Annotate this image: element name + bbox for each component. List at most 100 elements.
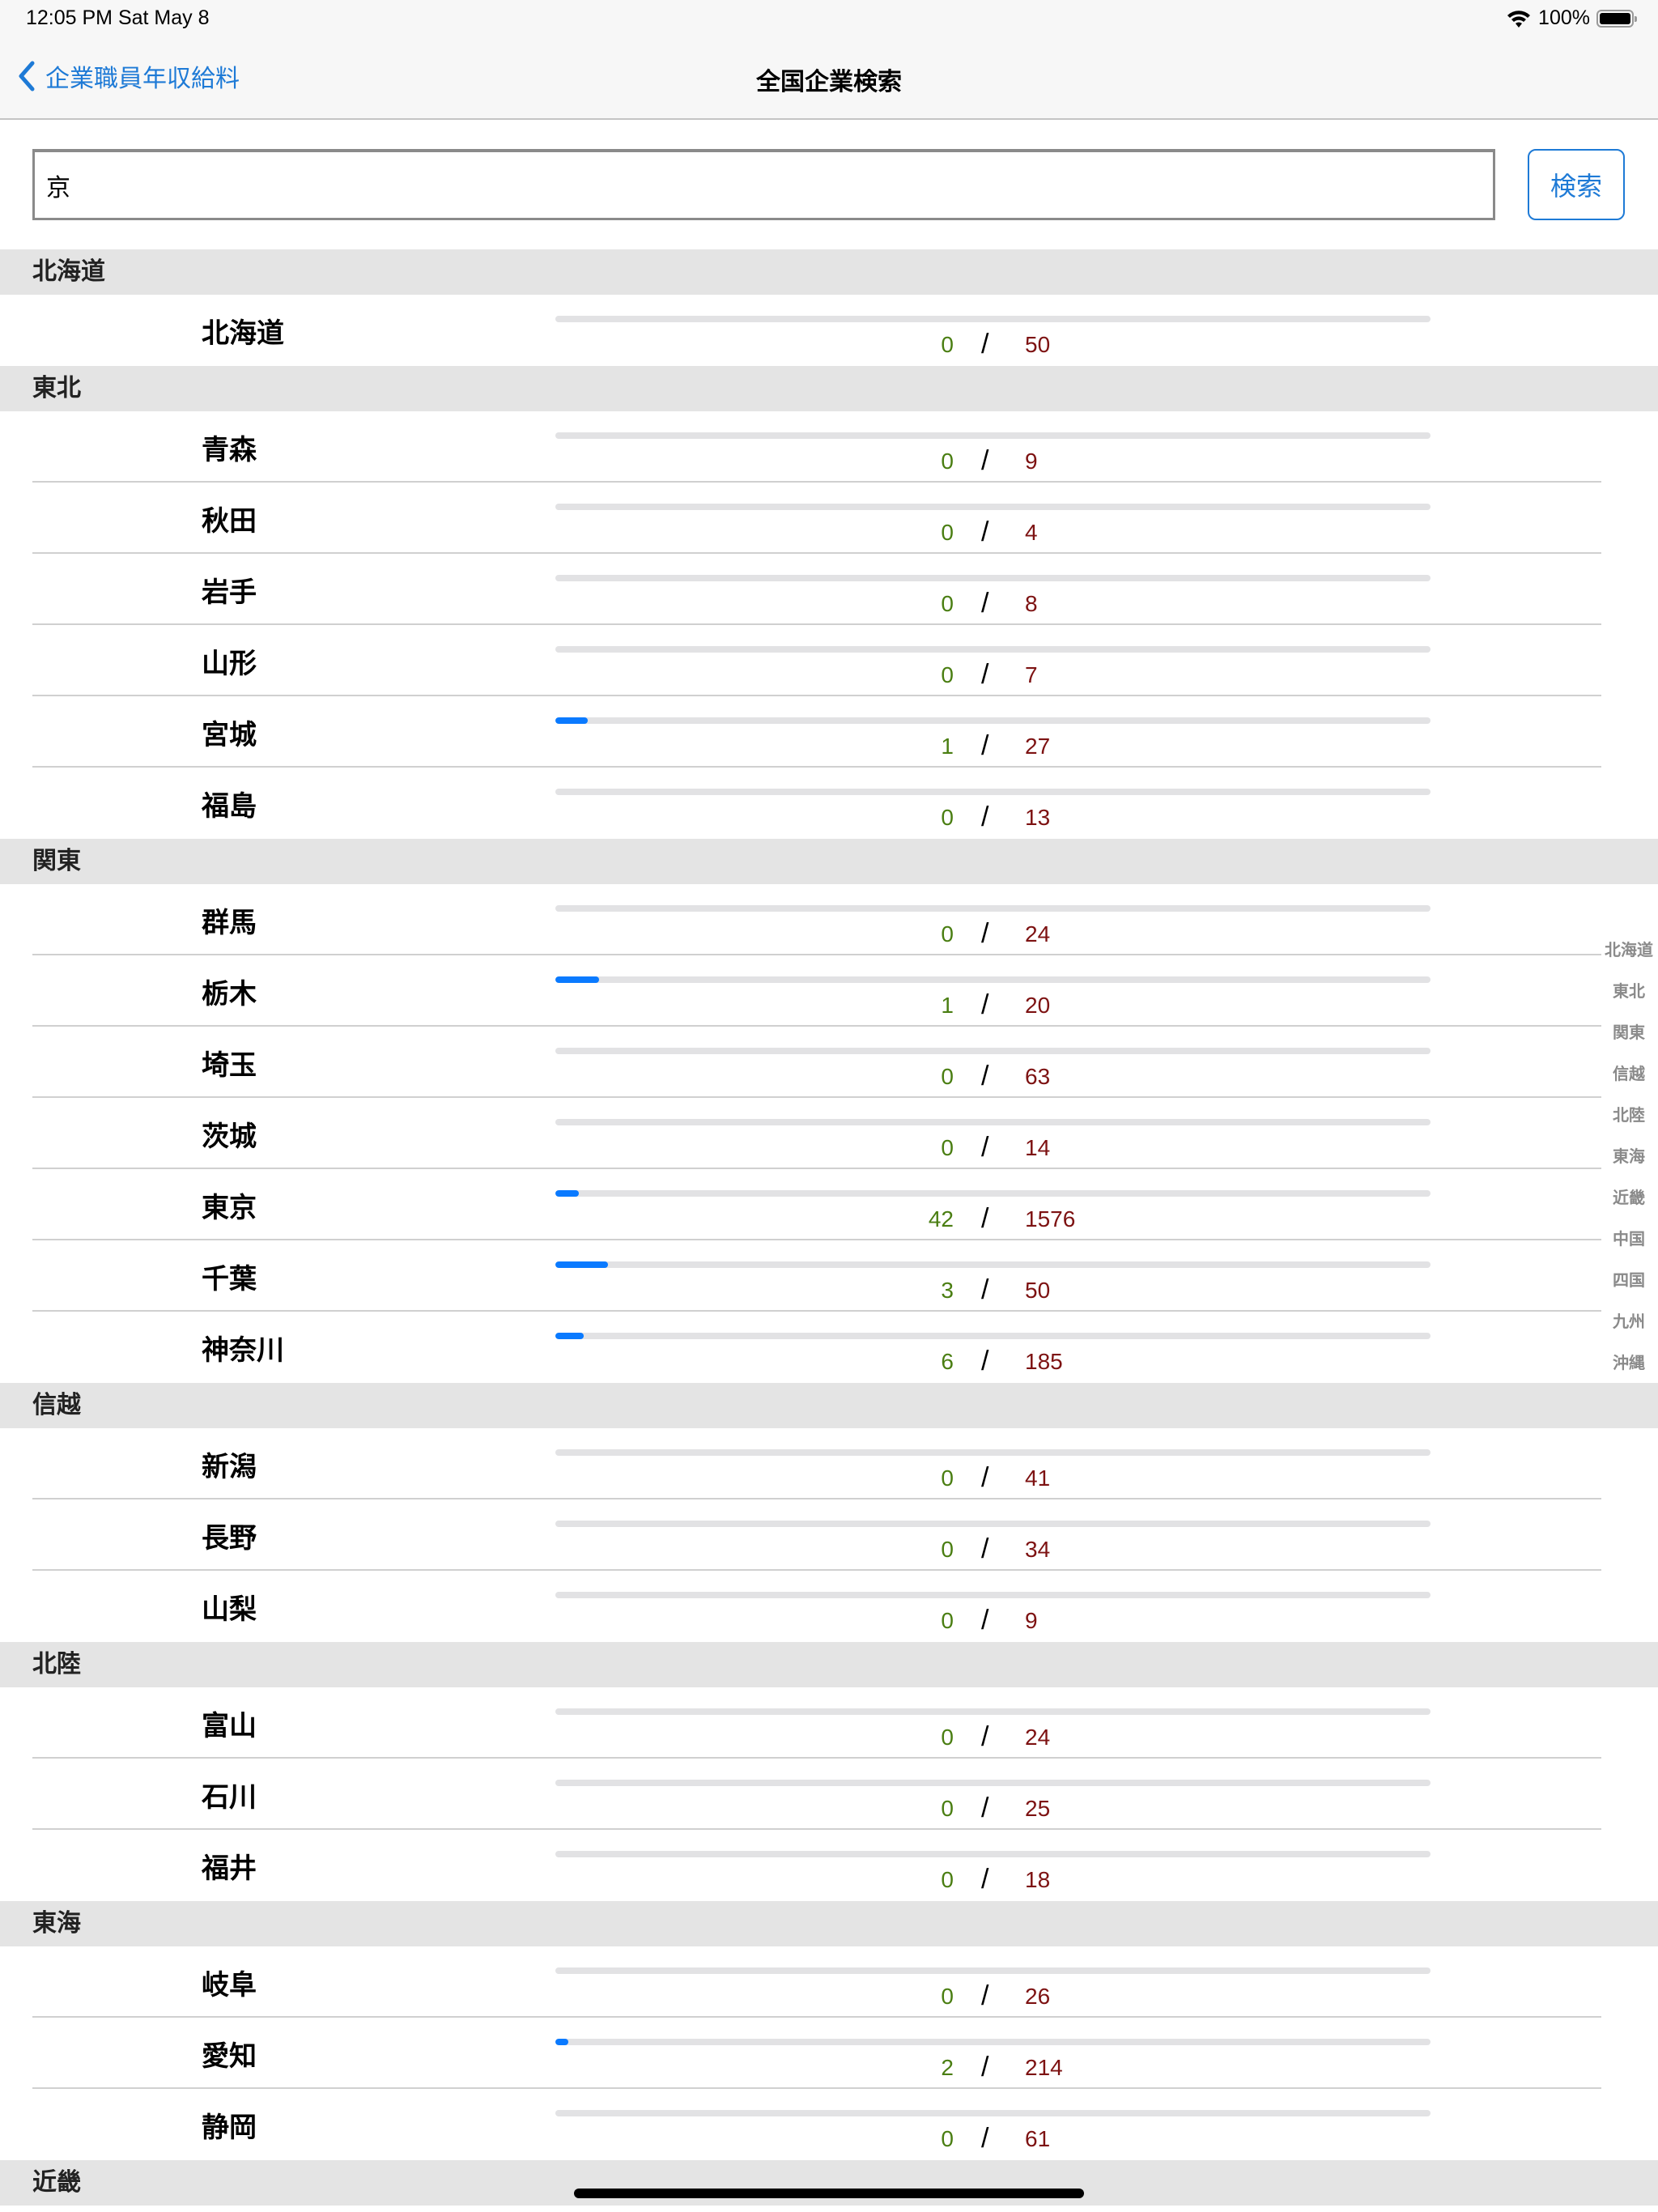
prefecture-list[interactable]: 北海道 北海道 0/50 東北 青森 0/9 秋田 0/4 岩手 0/8 山形 0/7 宮城 1/27 福島… [0,249,1658,2206]
prefecture-row[interactable]: 埼玉 0 / 63 [0,1027,1658,1098]
progress-bar [555,504,1431,510]
section-index-item[interactable]: 信越 [1603,1053,1655,1095]
progress-bar [555,2039,1431,2045]
total-count: 4 [1025,520,1038,545]
prefecture-name: 北海道 [202,317,284,350]
progress-bar [555,432,1431,439]
status-time: 12:05 PM Sat May 8 [26,6,210,29]
total-count: 34 [1025,1537,1051,1562]
progress-fill [555,1333,584,1339]
count-label: 0 / 13 [810,802,1166,832]
prefecture-name: 新潟 [202,1451,257,1483]
prefecture-row[interactable]: 宮城 1 / 27 [0,696,1658,768]
hit-count: 0 [941,1537,954,1562]
total-count: 18 [1025,1867,1051,1892]
hit-count: 0 [941,1984,954,2009]
prefecture-row[interactable]: 神奈川 6 / 185 [0,1312,1658,1383]
prefecture-row[interactable]: 千葉 3 / 50 [0,1240,1658,1312]
progress-bar [555,1190,1431,1197]
prefecture-name: 茨城 [202,1121,257,1153]
prefecture-name: 長野 [202,1522,257,1555]
total-count: 26 [1025,1984,1051,2009]
prefecture-row[interactable]: 群馬 0 / 24 [0,884,1658,955]
prefecture-row[interactable]: 北海道 0 / 50 [0,295,1658,366]
count-separator: / [981,1864,989,1895]
count-separator: / [981,1462,989,1493]
count-separator: / [981,1132,989,1163]
count-separator: / [981,1274,989,1305]
progress-bar [555,575,1431,581]
section-header: 北海道 [0,249,1658,295]
total-count: 214 [1025,2055,1063,2080]
section-index-item[interactable]: 近畿 [1603,1177,1655,1219]
progress-bar [555,1851,1431,1857]
count-label: 0 / 24 [810,918,1166,949]
progress-bar [555,316,1431,322]
progress-bar [555,646,1431,653]
prefecture-row[interactable]: 山梨 0 / 9 [0,1571,1658,1642]
section-index-item[interactable]: 北海道 [1603,929,1655,971]
section-index-item[interactable]: 東北 [1603,971,1655,1012]
progress-bar [555,1333,1431,1339]
prefecture-row[interactable]: 岐阜 0 / 26 [0,1946,1658,2018]
count-label: 3 / 50 [810,1274,1166,1305]
prefecture-name: 福島 [202,790,257,823]
progress-bar [555,1592,1431,1598]
prefecture-name: 愛知 [202,2040,257,2073]
search-button[interactable]: 検索 [1528,149,1625,220]
total-count: 14 [1025,1135,1051,1160]
count-separator: / [981,1203,989,1234]
prefecture-row[interactable]: 青森 0 / 9 [0,411,1658,483]
count-separator: / [981,1346,989,1376]
progress-bar [555,717,1431,724]
progress-fill [555,976,600,983]
count-separator: / [981,1605,989,1636]
section-index-item[interactable]: 関東 [1603,1012,1655,1053]
section-index[interactable]: 北海道 東北 関東 信越 北陸 東海 近畿 中国 四国 九州 沖縄 [1603,929,1655,1384]
prefecture-name: 福井 [202,1853,257,1885]
total-count: 24 [1025,921,1051,946]
progress-bar [555,905,1431,912]
hit-count: 0 [941,1796,954,1821]
prefecture-row[interactable]: 長野 0 / 34 [0,1499,1658,1571]
prefecture-row[interactable]: 静岡 0 / 61 [0,2089,1658,2160]
prefecture-row[interactable]: 岩手 0 / 8 [0,554,1658,625]
search-input[interactable] [32,149,1495,220]
status-indicators: 100% [1506,6,1637,30]
section-index-item[interactable]: 四国 [1603,1260,1655,1301]
prefecture-row[interactable]: 新潟 0 / 41 [0,1428,1658,1499]
progress-fill [555,717,588,724]
prefecture-name: 栃木 [202,978,257,1010]
prefecture-name: 神奈川 [202,1334,284,1367]
prefecture-name: 富山 [202,1710,257,1742]
hit-count: 0 [941,520,954,545]
wifi-icon [1507,10,1531,28]
prefecture-row[interactable]: 茨城 0 / 14 [0,1098,1658,1169]
section-index-item[interactable]: 九州 [1603,1301,1655,1342]
count-label: 0 / 24 [810,1721,1166,1752]
prefecture-row[interactable]: 富山 0 / 24 [0,1687,1658,1759]
prefecture-row[interactable]: 福島 0 / 13 [0,768,1658,839]
progress-fill [555,1190,580,1197]
prefecture-name: 岐阜 [202,1969,257,2001]
prefecture-row[interactable]: 石川 0 / 25 [0,1759,1658,1830]
prefecture-row[interactable]: 山形 0 / 7 [0,625,1658,696]
section-header: 信越 [0,1383,1658,1428]
progress-bar [555,1261,1431,1268]
prefecture-row[interactable]: 東京 42 / 1576 [0,1169,1658,1240]
count-separator: / [981,918,989,949]
prefecture-row[interactable]: 栃木 1 / 20 [0,955,1658,1027]
count-separator: / [981,445,989,476]
section-index-item[interactable]: 沖縄 [1603,1342,1655,1384]
count-label: 0 / 7 [810,659,1166,690]
section-header: 近畿 [0,2160,1658,2206]
prefecture-row[interactable]: 愛知 2 / 214 [0,2018,1658,2089]
section-index-item[interactable]: 中国 [1603,1219,1655,1260]
prefecture-row[interactable]: 秋田 0 / 4 [0,483,1658,554]
battery-icon [1596,9,1637,28]
total-count: 27 [1025,734,1051,759]
section-index-item[interactable]: 北陸 [1603,1095,1655,1136]
count-label: 0 / 50 [810,329,1166,359]
prefecture-row[interactable]: 福井 0 / 18 [0,1830,1658,1901]
section-index-item[interactable]: 東海 [1603,1136,1655,1177]
